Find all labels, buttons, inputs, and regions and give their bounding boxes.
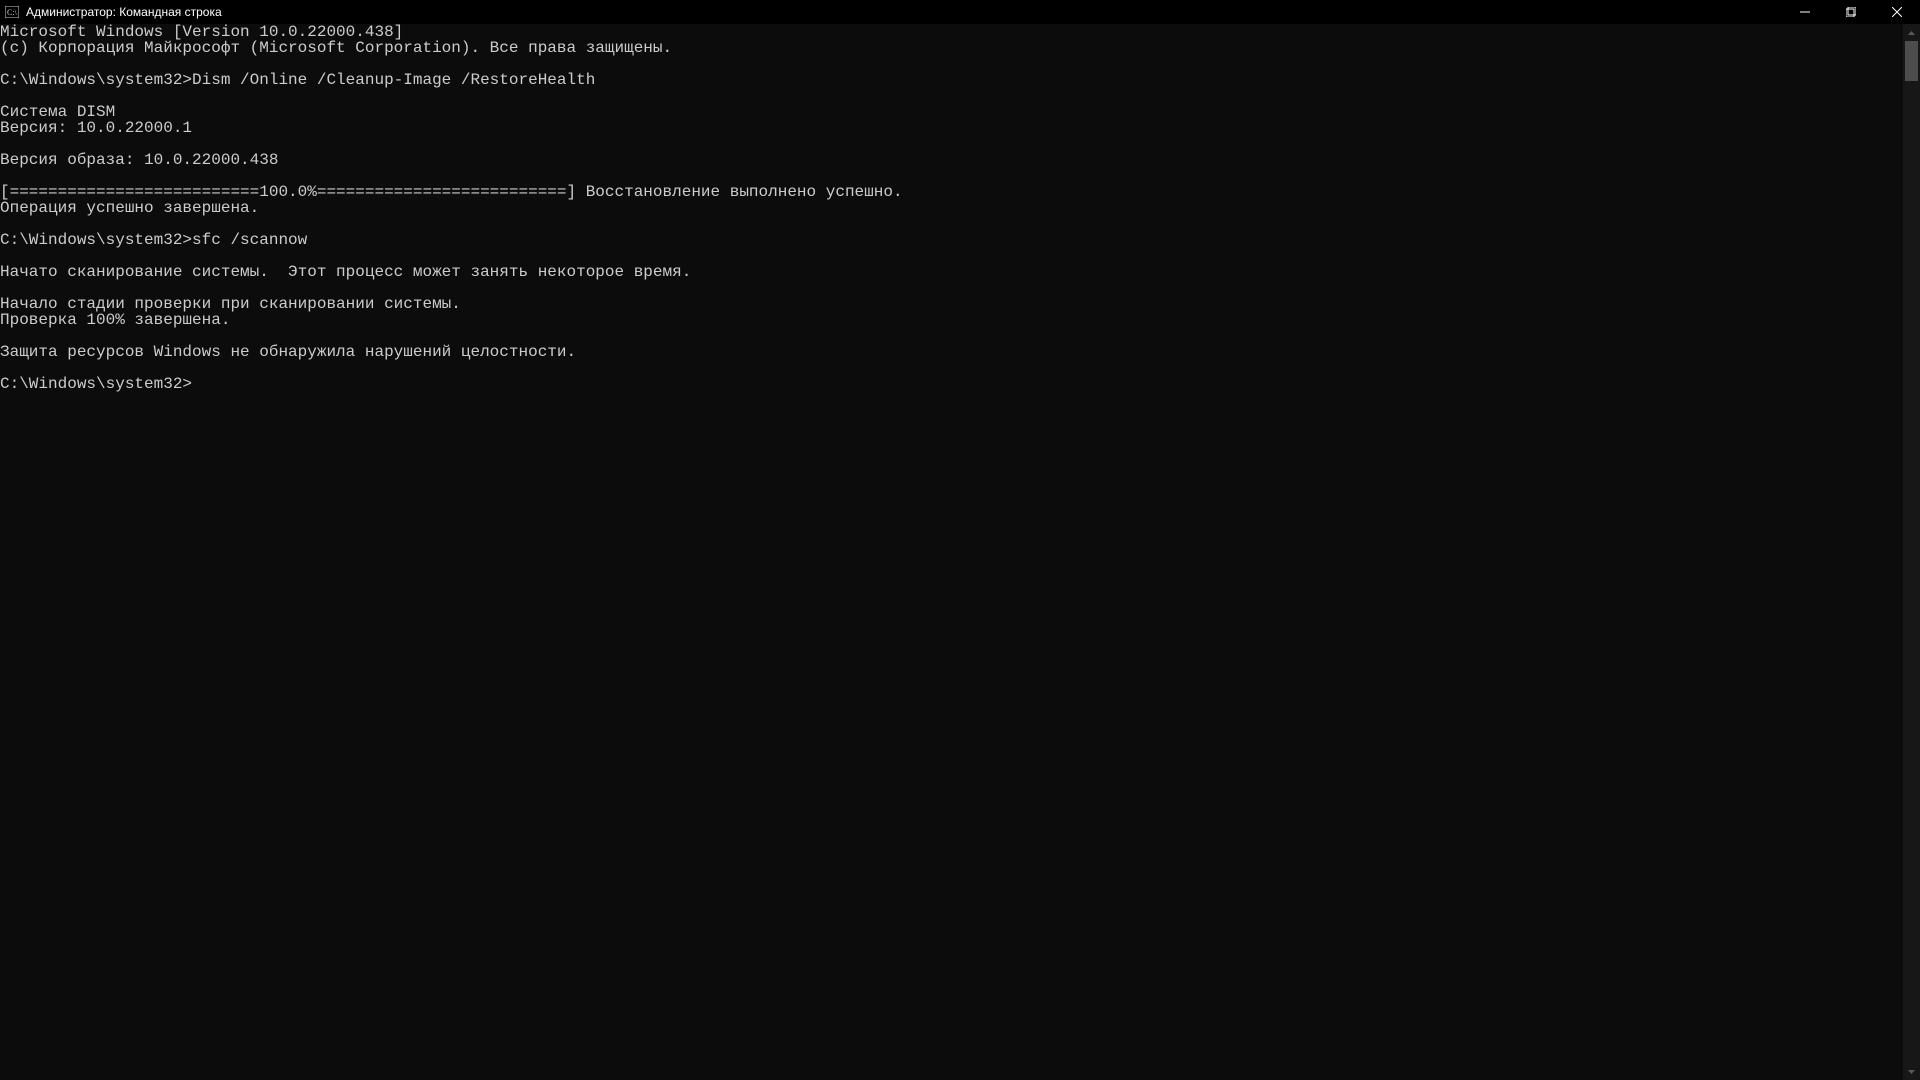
terminal-line	[0, 136, 1903, 152]
terminal-line: (c) Корпорация Майкрософт (Microsoft Cor…	[0, 40, 1903, 56]
terminal-line: Защита ресурсов Windows не обнаружила на…	[0, 344, 1903, 360]
terminal-line: C:\Windows\system32>	[0, 376, 1903, 392]
vertical-scrollbar[interactable]	[1903, 24, 1920, 1080]
terminal-line	[0, 248, 1903, 264]
window-controls	[1782, 0, 1920, 24]
command-prompt-window: C:\ Администратор: Командная строка	[0, 0, 1920, 1080]
close-button[interactable]	[1874, 0, 1920, 24]
maximize-button[interactable]	[1828, 0, 1874, 24]
terminal-line: Начало стадии проверки при сканировании …	[0, 296, 1903, 312]
terminal-output[interactable]: Microsoft Windows [Version 10.0.22000.43…	[0, 24, 1903, 1080]
minimize-button[interactable]	[1782, 0, 1828, 24]
terminal-line	[0, 328, 1903, 344]
terminal-line	[0, 216, 1903, 232]
terminal-line	[0, 56, 1903, 72]
client-area: Microsoft Windows [Version 10.0.22000.43…	[0, 24, 1920, 1080]
terminal-line: C:\Windows\system32>Dism /Online /Cleanu…	[0, 72, 1903, 88]
terminal-line	[0, 168, 1903, 184]
terminal-line: Cистема DISM	[0, 104, 1903, 120]
terminal-line: C:\Windows\system32>sfc /scannow	[0, 232, 1903, 248]
svg-text:C:\: C:\	[7, 8, 18, 17]
terminal-line: Проверка 100% завершена.	[0, 312, 1903, 328]
scroll-down-button[interactable]	[1903, 1063, 1920, 1080]
terminal-line: Microsoft Windows [Version 10.0.22000.43…	[0, 24, 1903, 40]
terminal-line	[0, 360, 1903, 376]
scroll-up-button[interactable]	[1903, 24, 1920, 41]
terminal-line	[0, 88, 1903, 104]
window-title: Администратор: Командная строка	[26, 0, 222, 24]
scrollbar-track[interactable]	[1903, 41, 1920, 1063]
scrollbar-thumb[interactable]	[1905, 41, 1918, 81]
terminal-line	[0, 280, 1903, 296]
titlebar[interactable]: C:\ Администратор: Командная строка	[0, 0, 1920, 24]
terminal-line: Версия образа: 10.0.22000.438	[0, 152, 1903, 168]
terminal-line: [==========================100.0%=======…	[0, 184, 1903, 200]
terminal-line: Операция успешно завершена.	[0, 200, 1903, 216]
cmd-icon: C:\	[4, 4, 20, 20]
terminal-line: Начато сканирование системы. Этот процес…	[0, 264, 1903, 280]
terminal-line: Версия: 10.0.22000.1	[0, 120, 1903, 136]
